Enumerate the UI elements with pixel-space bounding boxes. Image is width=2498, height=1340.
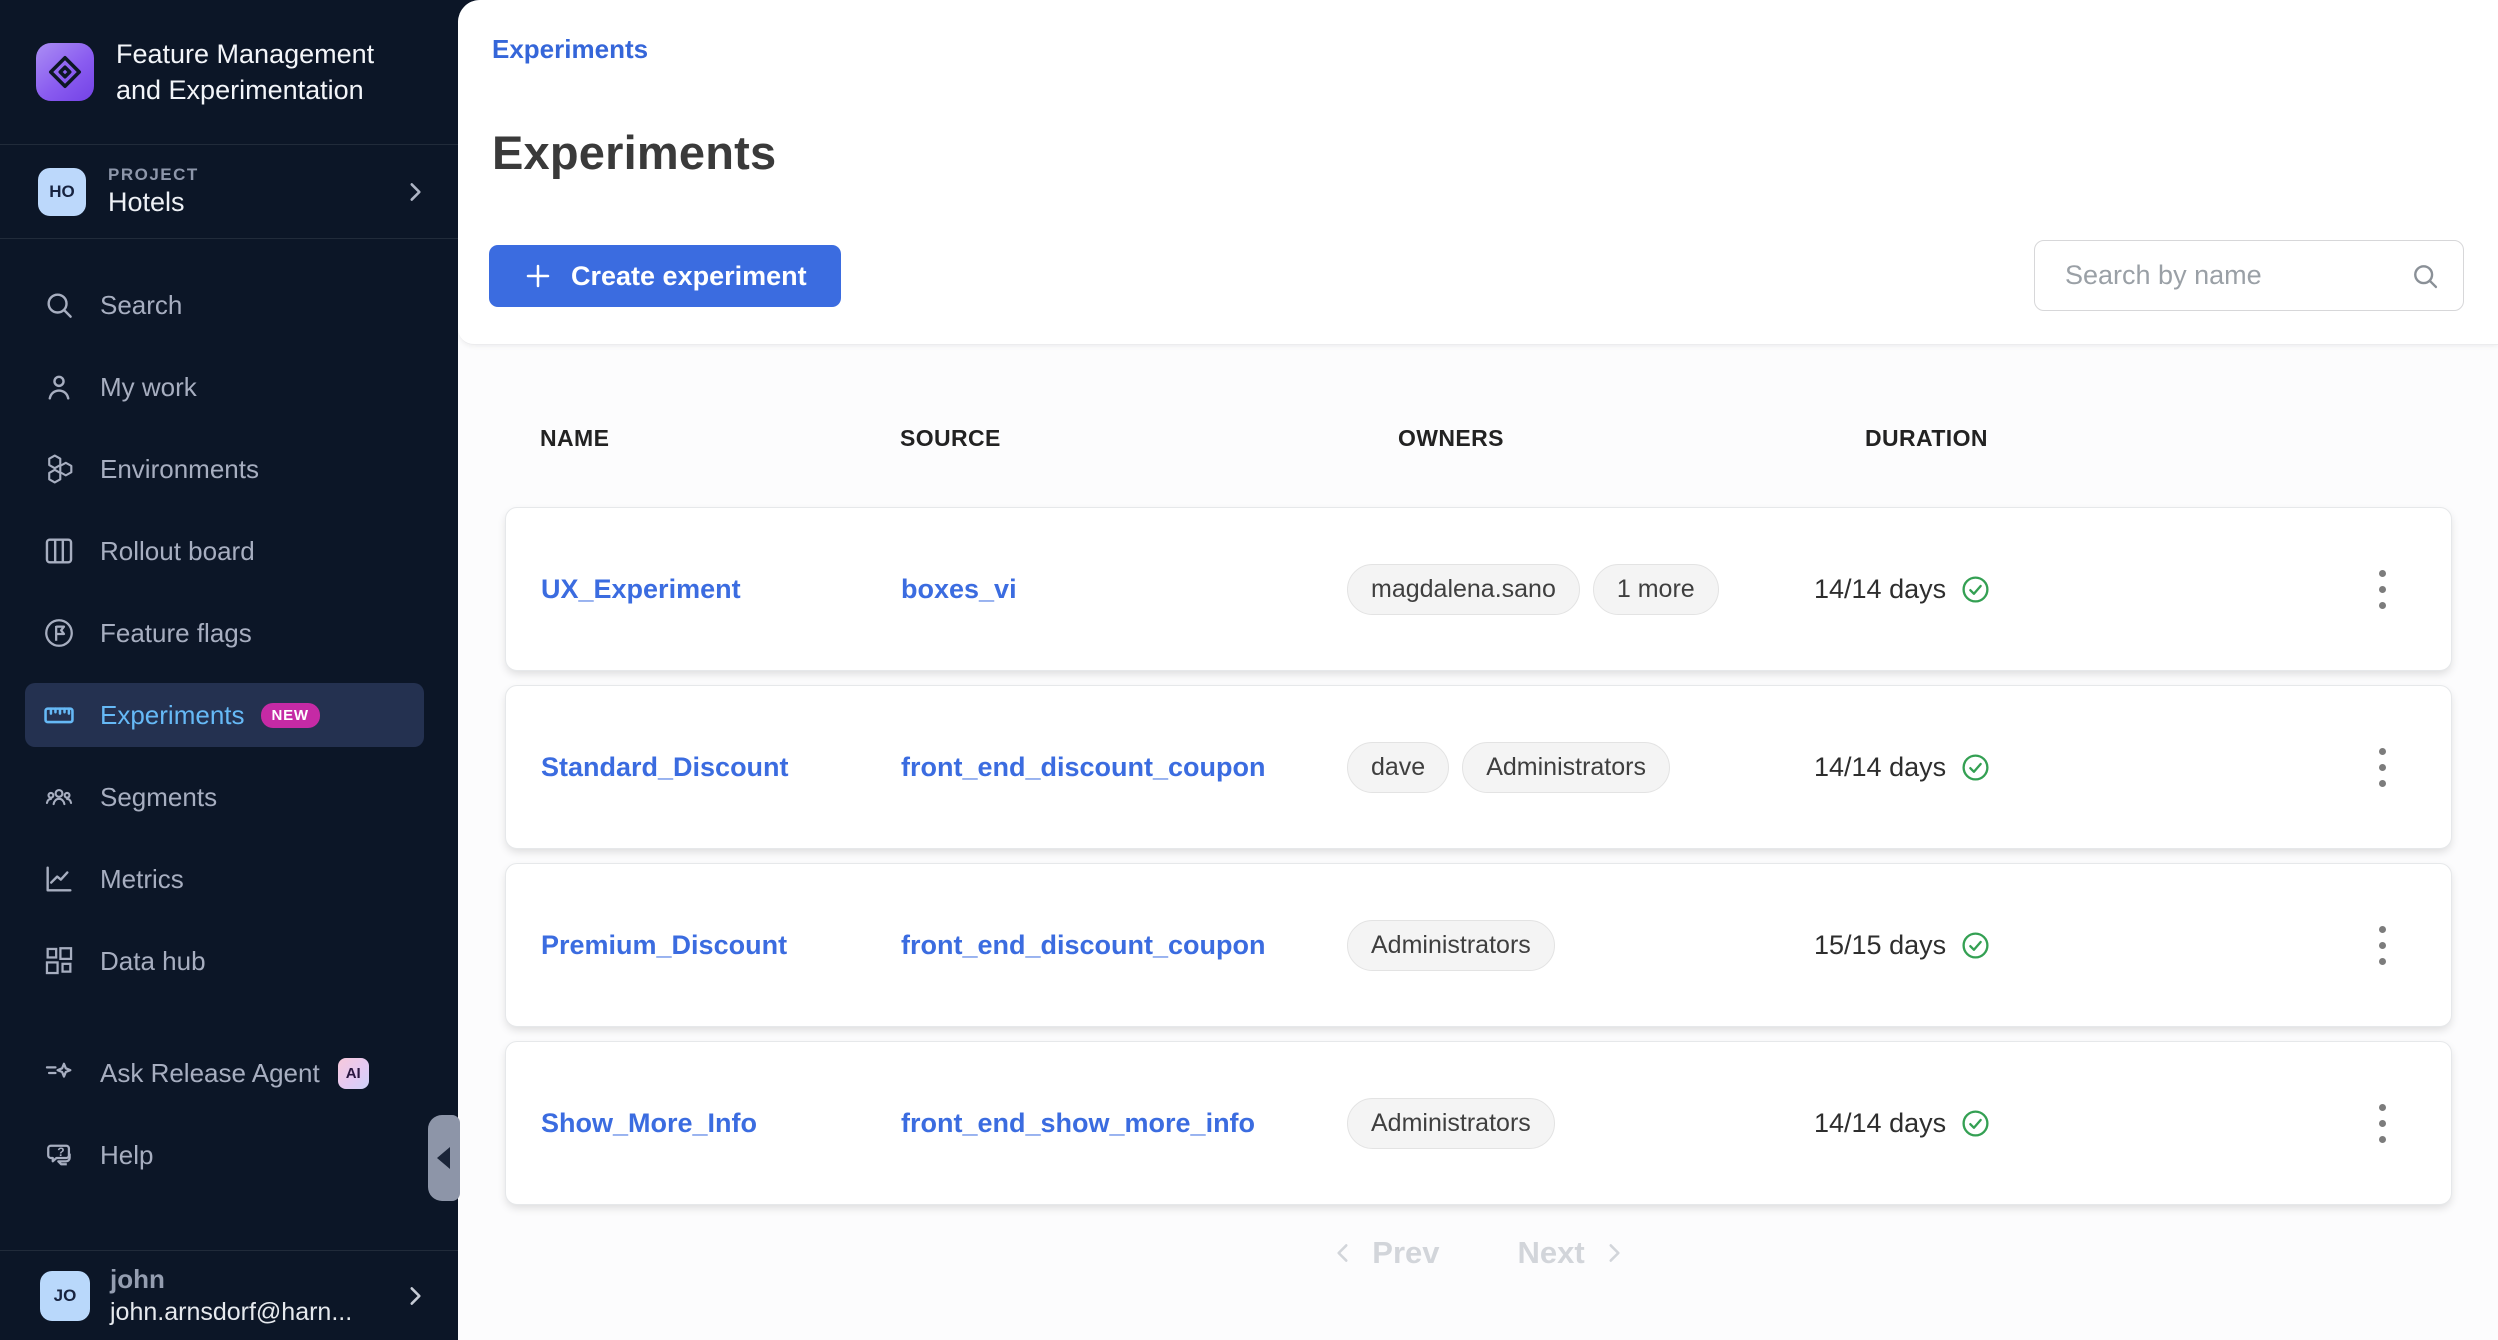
people-group-icon (42, 780, 76, 814)
user-avatar: JO (40, 1271, 90, 1321)
row-menu-button[interactable] (2361, 916, 2405, 974)
experiment-source-link[interactable]: front_end_discount_coupon (901, 752, 1347, 783)
sidebar-item-rollout-board[interactable]: Rollout board (25, 510, 424, 592)
experiments-table: NAME SOURCE OWNERS DURATION UX_Experimen… (458, 345, 2498, 1271)
main-content: Experiments Experiments Create experimen… (458, 0, 2498, 1340)
board-columns-icon (42, 534, 76, 568)
experiment-name-link[interactable]: Show_More_Info (541, 1108, 901, 1139)
column-header-source: SOURCE (900, 425, 1346, 452)
chevron-left-icon (437, 1147, 450, 1169)
new-badge: NEW (261, 703, 320, 728)
sidebar-nav: Search My work Environments (0, 239, 458, 1002)
experiment-row: Standard_Discount front_end_discount_cou… (505, 685, 2452, 849)
plus-icon (523, 261, 553, 291)
sidebar-bottom-nav: Ask Release Agent AI ? Help (0, 1032, 458, 1196)
check-circle-icon (1960, 574, 1991, 605)
owners-cell: magdalena.sano 1 more (1347, 564, 1814, 615)
person-icon (42, 370, 76, 404)
sidebar-item-ask-release-agent[interactable]: Ask Release Agent AI (25, 1032, 424, 1114)
page-header: Experiments Experiments Create experimen… (458, 0, 2498, 345)
check-circle-icon (1960, 930, 1991, 961)
chevron-left-icon (1330, 1240, 1356, 1266)
duration-cell: 15/15 days (1814, 930, 2314, 961)
experiment-source-link[interactable]: front_end_discount_coupon (901, 930, 1347, 961)
app-window: Feature Management and Experimentation H… (0, 0, 2498, 1340)
sidebar-item-search[interactable]: Search (25, 264, 424, 346)
breadcrumb[interactable]: Experiments (492, 34, 648, 64)
sidebar-item-segments[interactable]: Segments (25, 756, 424, 838)
experiment-name-link[interactable]: Standard_Discount (541, 752, 901, 783)
owners-cell: Administrators (1347, 920, 1814, 971)
owner-chip: Administrators (1462, 742, 1670, 793)
more-owners-chip[interactable]: 1 more (1593, 564, 1719, 615)
sidebar-item-environments[interactable]: Environments (25, 428, 424, 510)
sidebar-collapse-handle[interactable] (428, 1115, 460, 1201)
experiment-source-link[interactable]: front_end_show_more_info (901, 1108, 1347, 1139)
chevron-right-icon (402, 1283, 428, 1309)
sidebar-item-my-work[interactable]: My work (25, 346, 424, 428)
experiment-row: UX_Experiment boxes_vi magdalena.sano 1 … (505, 507, 2452, 671)
line-chart-icon (42, 862, 76, 896)
check-circle-icon (1960, 1108, 1991, 1139)
flag-circle-icon (42, 616, 76, 650)
search-box (2034, 240, 2464, 311)
split-logo-icon (36, 43, 94, 101)
chevron-right-icon (402, 179, 428, 205)
search-icon (2409, 260, 2441, 292)
row-menu-button[interactable] (2361, 738, 2405, 796)
prev-page-button[interactable]: Prev (1330, 1235, 1439, 1271)
project-label: PROJECT (108, 165, 199, 185)
column-header-name: NAME (540, 425, 900, 452)
column-header-owners: OWNERS (1346, 425, 1813, 452)
project-selector[interactable]: HO PROJECT Hotels (0, 145, 458, 239)
sidebar-item-help[interactable]: ? Help (25, 1114, 424, 1196)
experiment-row: Premium_Discount front_end_discount_coup… (505, 863, 2452, 1027)
ruler-icon (42, 698, 76, 732)
experiment-source-link[interactable]: boxes_vi (901, 574, 1347, 605)
duration-cell: 14/14 days (1814, 1108, 2314, 1139)
next-page-button[interactable]: Next (1518, 1235, 1627, 1271)
column-header-duration: DURATION (1813, 425, 2313, 452)
data-hub-grid-icon (42, 944, 76, 978)
search-input[interactable] (2065, 260, 2409, 291)
user-menu[interactable]: JO john john.arnsdorf@harn... (0, 1250, 458, 1340)
project-badge: HO (38, 168, 86, 216)
owner-chip: dave (1347, 742, 1449, 793)
row-menu-button[interactable] (2361, 560, 2405, 618)
help-chat-icon: ? (42, 1138, 76, 1172)
owner-chip: magdalena.sano (1347, 564, 1580, 615)
row-menu-button[interactable] (2361, 1094, 2405, 1152)
sidebar-item-data-hub[interactable]: Data hub (25, 920, 424, 1002)
app-title: Feature Management and Experimentation (116, 36, 374, 108)
experiment-name-link[interactable]: Premium_Discount (541, 930, 901, 961)
owners-cell: Administrators (1347, 1098, 1814, 1149)
hexagons-icon (42, 452, 76, 486)
owner-chip: Administrators (1347, 920, 1555, 971)
table-header-row: NAME SOURCE OWNERS DURATION (505, 425, 2452, 452)
chevron-right-icon (1601, 1240, 1627, 1266)
ai-badge: AI (338, 1058, 369, 1089)
duration-cell: 14/14 days (1814, 574, 2314, 605)
sidebar-item-metrics[interactable]: Metrics (25, 838, 424, 920)
sidebar: Feature Management and Experimentation H… (0, 0, 458, 1340)
sidebar-item-experiments[interactable]: Experiments NEW (25, 683, 424, 747)
owner-chip: Administrators (1347, 1098, 1555, 1149)
check-circle-icon (1960, 752, 1991, 783)
page-title: Experiments (492, 125, 2464, 180)
duration-cell: 14/14 days (1814, 752, 2314, 783)
user-email: john.arnsdorf@harn... (110, 1298, 352, 1327)
experiment-name-link[interactable]: UX_Experiment (541, 574, 901, 605)
sidebar-item-feature-flags[interactable]: Feature flags (25, 592, 424, 674)
svg-text:?: ? (57, 1145, 64, 1159)
sparkle-lines-icon (42, 1056, 76, 1090)
pagination: Prev Next (505, 1235, 2452, 1271)
brand-header: Feature Management and Experimentation (0, 0, 458, 145)
search-icon (42, 288, 76, 322)
experiment-row: Show_More_Info front_end_show_more_info … (505, 1041, 2452, 1205)
create-experiment-button[interactable]: Create experiment (489, 245, 841, 307)
user-name: john (110, 1264, 352, 1295)
owners-cell: dave Administrators (1347, 742, 1814, 793)
project-name: Hotels (108, 187, 199, 218)
